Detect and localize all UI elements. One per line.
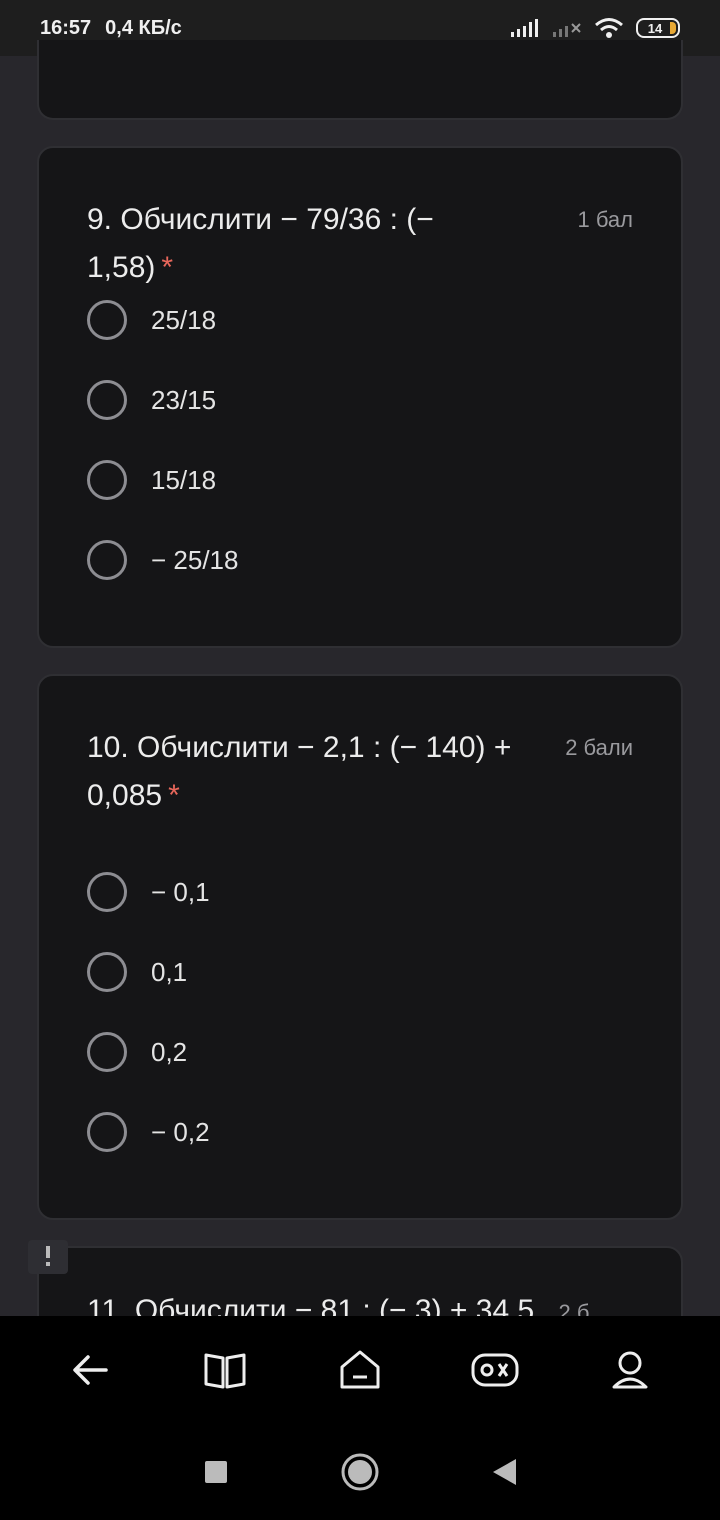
option-label: 0,1	[151, 956, 188, 987]
question-title: 10. Обчислити − 2,1 : (− 140) + 0,085 *	[87, 724, 527, 820]
option-radio[interactable]: 0,2	[87, 1012, 210, 1092]
home-icon[interactable]	[328, 1342, 392, 1398]
navigation-bar	[0, 1316, 720, 1520]
back-arrow-icon[interactable]	[58, 1342, 122, 1398]
option-label: − 25/18	[151, 544, 239, 575]
radio-button-icon[interactable]	[87, 872, 127, 912]
question-points: 2 бали	[565, 735, 633, 760]
question-text: 10. Обчислити − 2,1 : (− 140) + 0,085	[87, 731, 512, 812]
option-label: 15/18	[151, 464, 217, 495]
question-card-10: 10. Обчислити − 2,1 : (− 140) + 0,085 * 2…	[37, 674, 683, 1220]
feedback-icon[interactable]	[28, 1240, 68, 1274]
home-circle-icon[interactable]	[338, 1450, 382, 1494]
options-list: − 0,1 0,1 0,2 − 0,2	[87, 852, 210, 1172]
option-radio[interactable]: 0,1	[87, 932, 210, 1012]
question-header: 9. Обчислити − 79/36 : (− 1,58) * 1 бал	[87, 196, 633, 292]
question-points: 1 бал	[577, 207, 633, 232]
question-title: 9. Обчислити − 79/36 : (− 1,58) *	[87, 196, 527, 292]
question-card-9: 9. Обчислити − 79/36 : (− 1,58) * 1 бал 2…	[37, 146, 683, 648]
option-radio[interactable]: 25/18	[87, 280, 238, 360]
question-header: 10. Обчислити − 2,1 : (− 140) + 0,085 * 2…	[87, 724, 633, 820]
recents-square-icon[interactable]	[194, 1450, 238, 1494]
app-nav-row	[0, 1342, 720, 1398]
option-radio[interactable]: 23/15	[87, 360, 238, 440]
radio-button-icon[interactable]	[87, 1032, 127, 1072]
option-label: − 0,1	[151, 876, 210, 907]
option-label: 0,2	[151, 1036, 188, 1067]
option-radio[interactable]: − 0,2	[87, 1092, 210, 1172]
exclamation-icon	[46, 1246, 50, 1266]
gamepad-icon[interactable]	[463, 1342, 527, 1398]
option-label: − 0,2	[151, 1116, 210, 1147]
option-label: 25/18	[151, 304, 217, 335]
options-list: 25/18 23/15 15/18 − 25/18	[87, 280, 238, 600]
signal-icon	[511, 19, 538, 37]
back-triangle-icon[interactable]	[482, 1450, 526, 1494]
network-speed: 0,4 КБ/с	[105, 16, 182, 39]
radio-button-icon[interactable]	[87, 460, 127, 500]
previous-question-card	[37, 40, 683, 120]
required-mark: *	[168, 779, 180, 812]
radio-button-icon[interactable]	[87, 952, 127, 992]
profile-icon[interactable]	[598, 1342, 662, 1398]
wifi-icon	[595, 18, 623, 38]
battery-level: 14	[647, 20, 663, 36]
system-nav-row	[0, 1450, 720, 1494]
status-icons: 14	[510, 17, 680, 39]
question-text: 9. Обчислити − 79/36 : (− 1,58)	[87, 203, 434, 284]
radio-button-icon[interactable]	[87, 380, 127, 420]
signal-no-sim-icon	[553, 23, 581, 37]
radio-button-icon[interactable]	[87, 540, 127, 580]
option-radio[interactable]: − 25/18	[87, 520, 238, 600]
option-radio[interactable]: 15/18	[87, 440, 238, 520]
radio-button-icon[interactable]	[87, 1112, 127, 1152]
status-time: 16:57	[40, 16, 92, 39]
radio-button-icon[interactable]	[87, 300, 127, 340]
book-icon[interactable]	[193, 1342, 257, 1398]
battery-icon: 14	[636, 18, 680, 38]
option-radio[interactable]: − 0,1	[87, 852, 210, 932]
option-label: 23/15	[151, 384, 217, 415]
